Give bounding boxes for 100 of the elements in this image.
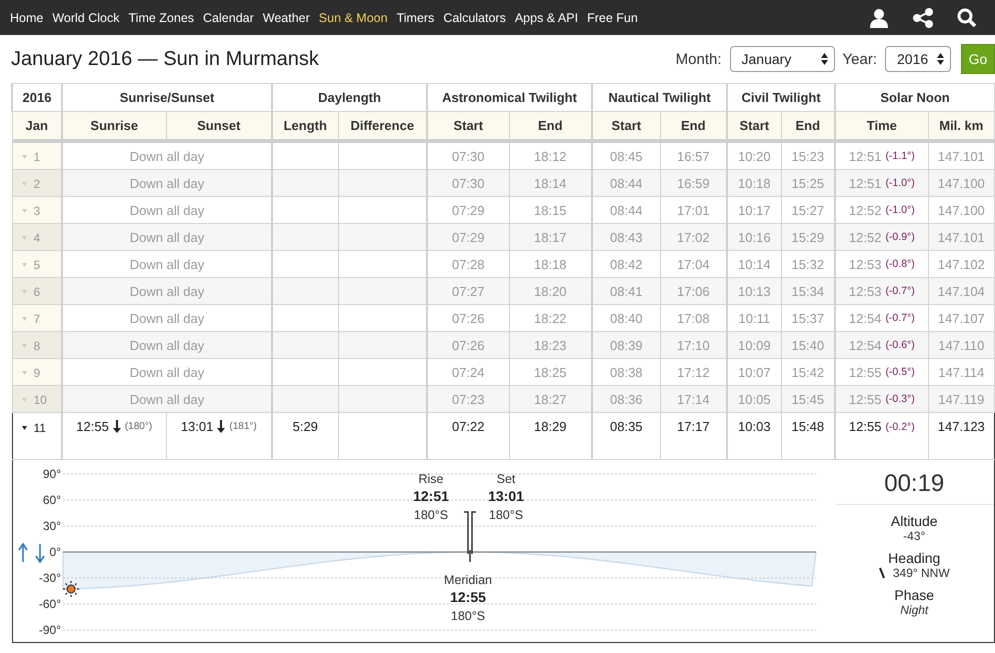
table-cell: 17:14 xyxy=(660,386,728,412)
noon-time: 12:52 xyxy=(848,202,882,218)
column-header[interactable]: Start xyxy=(727,112,782,141)
day-number: 11 xyxy=(34,421,46,435)
meridian-label: Meridian xyxy=(444,573,492,587)
rise-direction: 180°S xyxy=(413,508,448,522)
column-header[interactable]: Sunrise xyxy=(62,112,166,141)
table-cell: 10:13 xyxy=(727,278,782,304)
meridian-direction: 180°S xyxy=(450,609,485,623)
column-header[interactable]: Time xyxy=(835,112,928,141)
noon-time: 12:53 xyxy=(848,256,882,272)
sunrise-time: 12:55 xyxy=(76,419,109,434)
column-header[interactable]: End xyxy=(509,112,592,141)
noon-altitude: (-1.0°) xyxy=(885,177,915,189)
noon-altitude: (-0.6°) xyxy=(885,339,915,351)
table-cell: 08:41 xyxy=(592,278,660,304)
nav-link[interactable]: World Clock xyxy=(52,10,120,24)
updown-caret-icon xyxy=(820,53,828,65)
table-cell: 10:16 xyxy=(727,224,782,250)
table-cell: 147.104 xyxy=(928,278,994,304)
noon-time: 12:55 xyxy=(848,419,882,434)
search-icon[interactable] xyxy=(957,8,977,28)
month-select[interactable]: January xyxy=(730,46,835,72)
table-cell: 147.110 xyxy=(928,332,994,358)
table-cell: 08:43 xyxy=(592,224,660,250)
column-header[interactable]: Mil. km xyxy=(928,112,994,141)
nav-link[interactable]: Free Fun xyxy=(587,10,638,24)
nav-link[interactable]: Timers xyxy=(396,10,434,24)
nav-link[interactable]: Time Zones xyxy=(128,10,194,24)
noon-time: 12:51 xyxy=(848,176,882,190)
day-cell[interactable]: 11 xyxy=(12,412,62,460)
day-number: 1 xyxy=(34,150,40,164)
column-header[interactable]: Difference xyxy=(338,112,428,141)
column-header[interactable]: Length xyxy=(272,112,338,141)
caret-icon xyxy=(22,426,26,430)
table-cell: 15:34 xyxy=(781,278,836,304)
caret-icon xyxy=(22,290,26,294)
column-header[interactable]: End xyxy=(660,112,728,141)
table-cell: 08:44 xyxy=(592,170,660,196)
month-label: Month: xyxy=(676,50,722,68)
caret-icon xyxy=(22,398,26,402)
rise-set-marker xyxy=(462,511,476,555)
altitude-tick-label: 90° xyxy=(42,467,60,481)
noon-time: 12:51 xyxy=(848,148,882,164)
table-cell: Down all day xyxy=(62,224,272,250)
noon-time: 12:52 xyxy=(848,230,882,244)
nav-link[interactable]: Calendar xyxy=(203,10,254,24)
nav-link[interactable]: Sun & Moon xyxy=(318,10,388,24)
day-number: 5 xyxy=(34,258,40,272)
table-cell: 18:20 xyxy=(509,278,592,304)
year-select[interactable]: 2016 xyxy=(885,46,951,72)
noon-altitude: (-0.7°) xyxy=(885,312,915,324)
table-cell: 5:29 xyxy=(272,412,338,460)
column-header[interactable]: End xyxy=(781,112,836,141)
altitude-tick-label: 0° xyxy=(49,545,60,559)
table-cell: 17:06 xyxy=(660,278,728,304)
table-cell: 10:09 xyxy=(727,332,782,358)
noon-time: 12:54 xyxy=(848,310,882,326)
caret-icon xyxy=(22,182,26,186)
altitude-tick-label: -90° xyxy=(38,623,60,637)
heading-label: Heading xyxy=(888,550,940,566)
day-number: 6 xyxy=(34,285,40,299)
table-cell: 15:29 xyxy=(781,224,836,250)
set-direction: 180°S xyxy=(488,508,523,522)
nav-link[interactable]: Apps & API xyxy=(514,10,578,24)
current-time: 00:19 xyxy=(834,462,994,505)
caret-icon xyxy=(22,155,26,159)
noon-altitude: (-0.3°) xyxy=(885,393,915,405)
phase-value: Night xyxy=(900,603,928,617)
nav-link[interactable]: Weather xyxy=(262,10,310,24)
down-arrow-icon xyxy=(217,420,226,433)
caret-icon xyxy=(22,209,26,213)
heading-needle-icon xyxy=(878,567,885,579)
nav-link[interactable]: Calculators xyxy=(443,10,506,24)
altitude-label: Altitude xyxy=(890,513,938,529)
noon-altitude: (-0.7°) xyxy=(885,285,915,297)
column-header[interactable]: Start xyxy=(427,112,510,141)
table-cell: 17:10 xyxy=(660,332,728,358)
table-cell: Down all day xyxy=(62,170,272,196)
day-number: 9 xyxy=(34,366,40,380)
sun-icon xyxy=(62,580,80,598)
table-cell: 147.100 xyxy=(928,170,994,196)
rise-label: Rise xyxy=(418,472,443,486)
caret-icon xyxy=(22,317,26,321)
table-cell: 07:30 xyxy=(427,170,510,196)
column-header[interactable]: Sunset xyxy=(166,112,272,141)
updown-caret-icon xyxy=(937,53,944,65)
share-icon[interactable] xyxy=(913,8,933,28)
noon-altitude: (-0.9°) xyxy=(885,231,915,243)
column-header[interactable]: Jan xyxy=(12,112,62,141)
table-cell: 15:40 xyxy=(781,332,836,358)
table-cell: 10:05 xyxy=(727,386,782,412)
column-header[interactable]: Start xyxy=(592,112,660,141)
meridian-marker xyxy=(468,550,470,562)
set-label: Set xyxy=(496,472,515,486)
user-icon[interactable] xyxy=(869,8,889,28)
altitude-value: -43° xyxy=(903,529,926,543)
rise-time: 12:51 xyxy=(412,488,448,504)
nav-link[interactable]: Home xyxy=(10,10,44,24)
table-cell: 08:39 xyxy=(592,332,660,358)
